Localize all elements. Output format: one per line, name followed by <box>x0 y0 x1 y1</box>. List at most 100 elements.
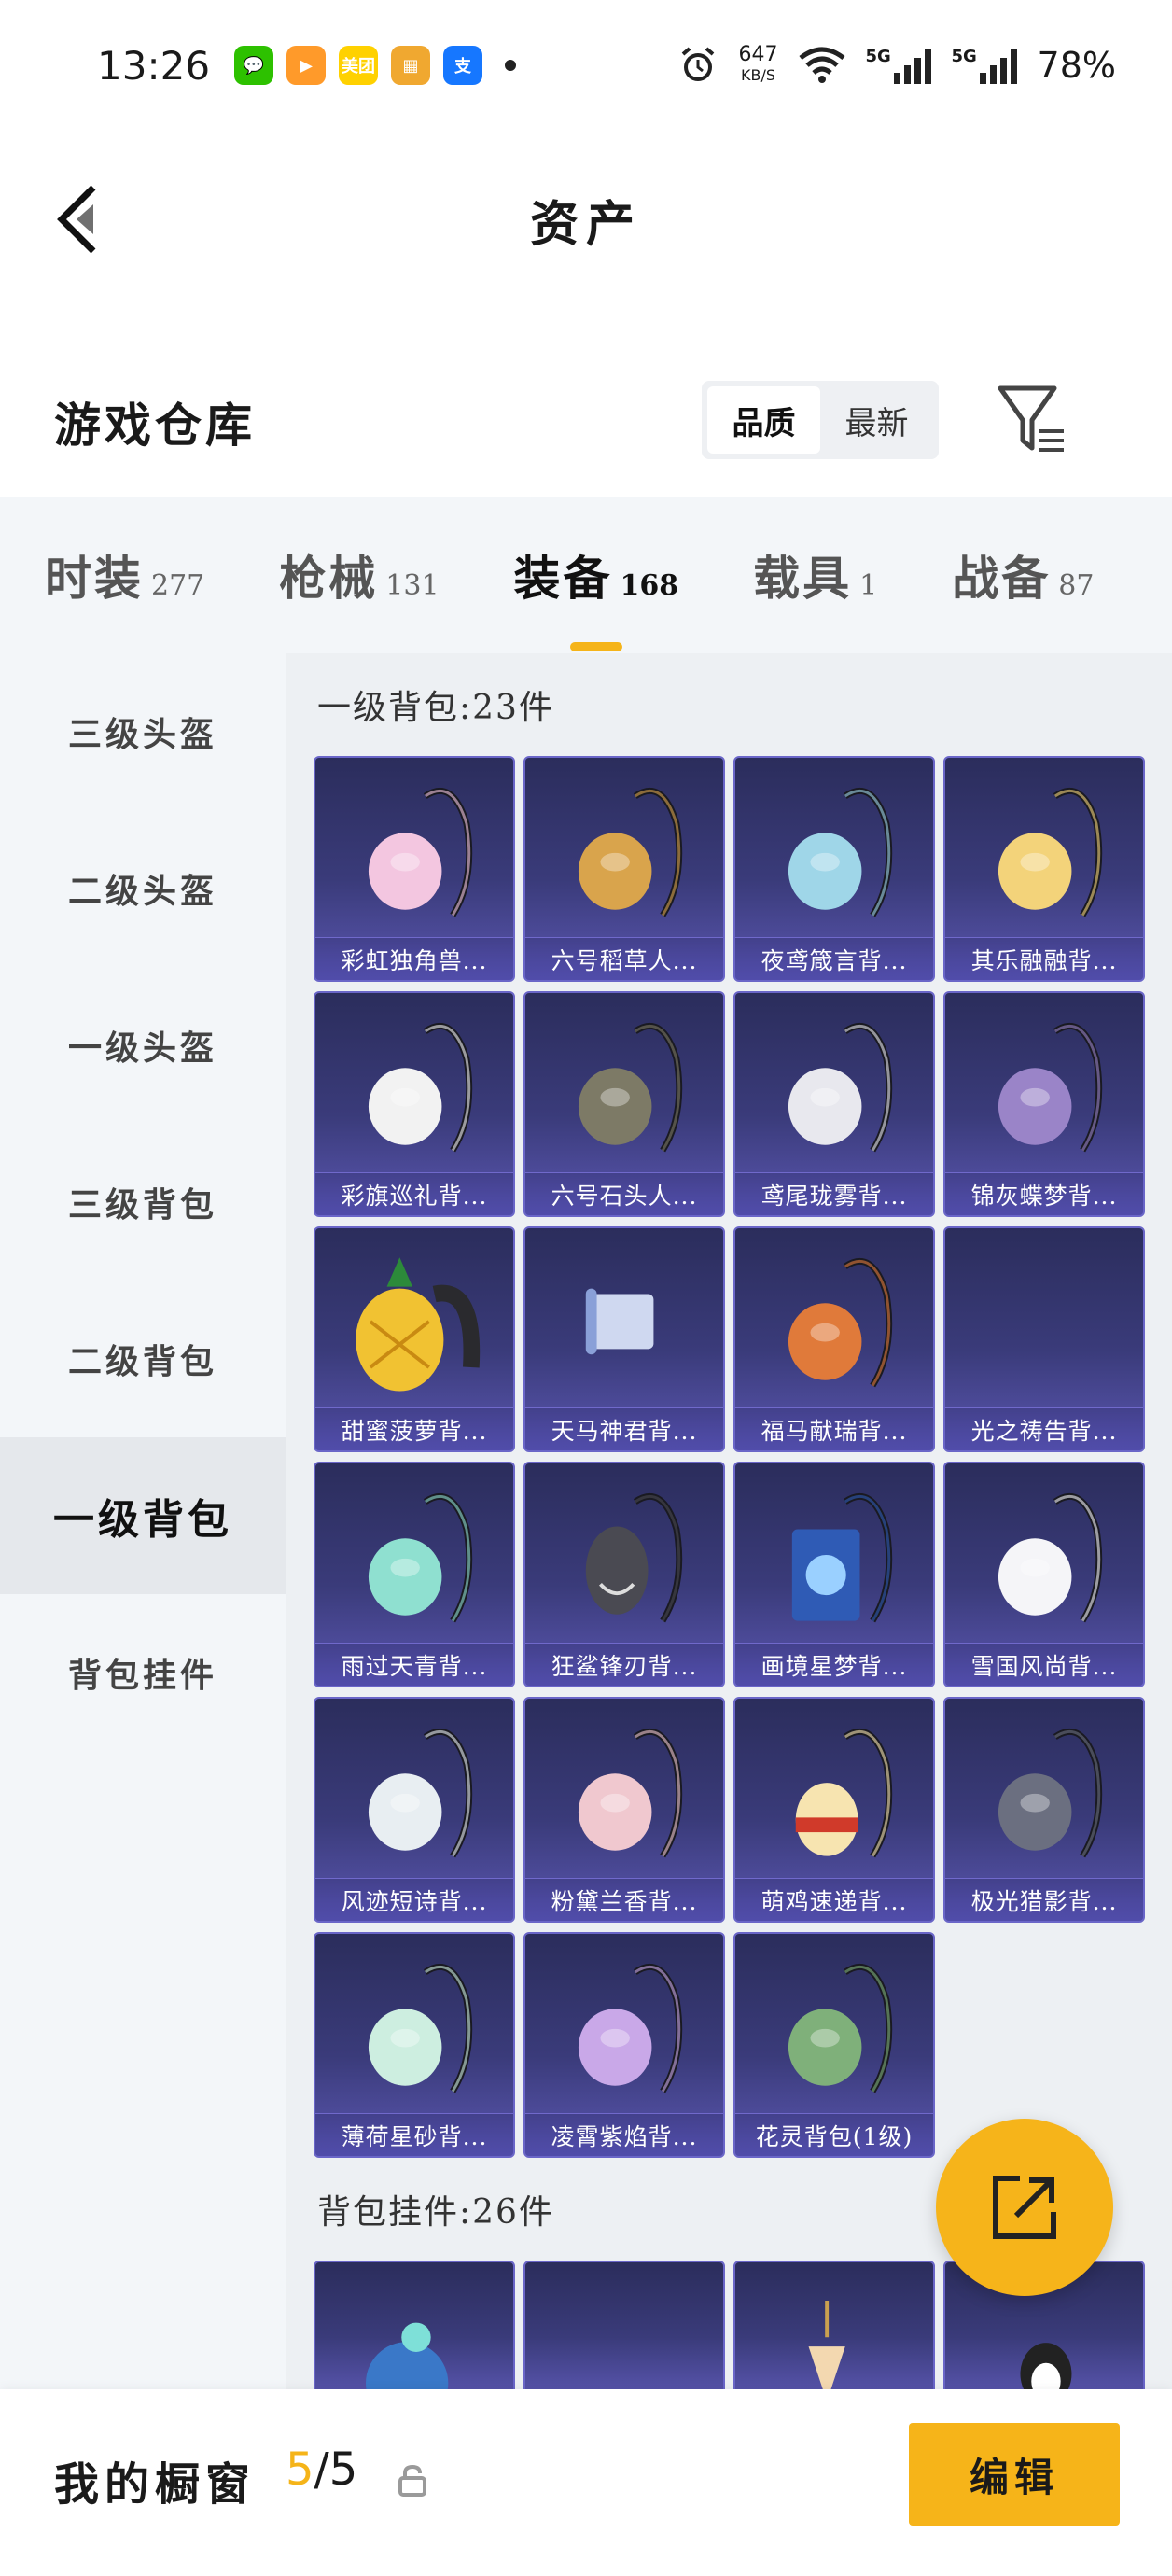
backpack-image-icon <box>368 1729 473 1858</box>
backpack-image-icon <box>578 1964 683 2093</box>
signal-label: 5G <box>865 47 891 66</box>
item-card[interactable]: 福马献瑞背... <box>733 1226 935 1452</box>
page-title: 资产 <box>529 196 642 253</box>
item-name: 粉黛兰香背... <box>525 1878 723 1921</box>
item-name: 雨过天青背... <box>315 1643 513 1686</box>
backpack-image-icon <box>578 788 683 917</box>
status-app-icons: 💬 ▶ 美团 ▦ 支 <box>234 46 495 85</box>
item-card[interactable]: 彩虹独角兽... <box>314 756 515 982</box>
sidebar-item-4[interactable]: 二级背包 <box>0 1281 286 1437</box>
tab-count: 87 <box>1058 569 1095 602</box>
status-time: 13:26 <box>97 42 211 89</box>
sort-option-newest[interactable]: 最新 <box>820 386 933 454</box>
item-card[interactable]: 彩旗巡礼背... <box>314 991 515 1217</box>
item-card[interactable]: 狂鲨锋刃背... <box>523 1462 725 1687</box>
item-card[interactable]: 薄荷星砂背... <box>314 1932 515 2158</box>
item-name: 福马献瑞背... <box>735 1407 933 1450</box>
wechat-icon: 💬 <box>234 46 274 85</box>
bottom-bar: 我的橱窗 5/5 编辑 <box>0 2389 1172 2576</box>
tab-2[interactable]: 装备 168 <box>513 541 679 651</box>
tab-name: 装备 <box>513 551 613 606</box>
item-card[interactable]: 甜蜜菠萝背... <box>314 1226 515 1452</box>
item-card[interactable]: 天马神君背... <box>523 1226 725 1452</box>
item-card[interactable]: 六号稻草人... <box>523 756 725 982</box>
sidebar-item-6[interactable]: 背包挂件 <box>0 1594 286 1751</box>
item-card[interactable]: 凌霄紫焰背... <box>523 1932 725 2158</box>
showcase-total: 5 <box>328 2443 358 2496</box>
category-tabs: 时装 277 枪械 131 装备 168 载具 1 战备 87 <box>0 497 1172 653</box>
backpack-image-icon <box>788 1023 893 1153</box>
backpack-image-icon <box>585 1288 654 1355</box>
item-card[interactable]: 粉黛兰香背... <box>523 1697 725 1923</box>
tab-3[interactable]: 载具 1 <box>753 541 877 609</box>
item-name: 雪国风尚背... <box>945 1643 1143 1686</box>
tab-active-indicator <box>569 642 622 651</box>
showcase-current: 5 <box>286 2443 314 2496</box>
filter-button[interactable] <box>997 383 1067 457</box>
video-app-icon: ▶ <box>286 46 327 85</box>
backpack-image-icon <box>368 1964 473 2093</box>
backpack-image-icon <box>585 1493 683 1623</box>
item-card[interactable]: 锦灰蝶梦背... <box>943 991 1145 1217</box>
alarm-icon <box>681 47 714 81</box>
item-card[interactable]: 其乐融融背... <box>943 756 1145 982</box>
item-card[interactable] <box>733 2261 935 2389</box>
item-name: 鸢尾珑雾背... <box>735 1172 933 1215</box>
backpack-image-icon <box>578 1729 683 1858</box>
sort-option-quality[interactable]: 品质 <box>707 386 820 454</box>
item-card[interactable]: 六号石头人... <box>523 991 725 1217</box>
sidebar-item-0[interactable]: 三级头盔 <box>0 653 286 810</box>
item-card[interactable]: 极光猎影背... <box>943 1697 1145 1923</box>
backpack-image-icon <box>365 2322 449 2389</box>
item-card[interactable]: 画境星梦背... <box>733 1462 935 1687</box>
backpack-image-icon <box>788 1964 893 2093</box>
tab-1[interactable]: 枪械 131 <box>279 541 439 609</box>
item-card[interactable] <box>314 2261 515 2389</box>
backpack-image-icon <box>998 788 1103 917</box>
sidebar-item-5[interactable]: 一级背包 <box>0 1437 286 1594</box>
item-name: 六号稻草人... <box>525 937 723 980</box>
backpack-image-icon <box>945 1228 1143 1406</box>
item-card[interactable] <box>523 2261 725 2389</box>
item-name: 薄荷星砂背... <box>315 2113 513 2156</box>
item-card[interactable]: 夜鸢箴言背... <box>733 756 935 982</box>
signal-label: 5G <box>951 47 977 66</box>
edit-button[interactable]: 编辑 <box>909 2423 1120 2526</box>
warehouse-bar: 游戏仓库 品质 最新 <box>0 364 1172 476</box>
sidebar-item-2[interactable]: 一级头盔 <box>0 967 286 1124</box>
sub-category-sidebar: 三级头盔 二级头盔 一级头盔 三级背包 二级背包 一级背包 背包挂件 <box>0 653 286 2389</box>
signal-5g-1-icon: 5G <box>866 47 931 84</box>
tab-count: 277 <box>151 569 205 602</box>
backpack-image-icon <box>368 788 473 917</box>
item-name: 光之祷告背... <box>945 1407 1143 1450</box>
share-button[interactable] <box>936 2119 1113 2296</box>
item-card[interactable]: 风迹短诗背... <box>314 1697 515 1923</box>
battery-percent: 78% <box>1037 45 1116 86</box>
item-card[interactable]: 雨过天青背... <box>314 1462 515 1687</box>
item-card[interactable]: 花灵背包(1级) <box>733 1932 935 2158</box>
tab-count: 131 <box>385 569 440 602</box>
sidebar-item-1[interactable]: 二级头盔 <box>0 810 286 967</box>
item-card[interactable]: 光之祷告背... <box>943 1226 1145 1452</box>
tab-name: 时装 <box>45 551 144 606</box>
backpack-image-icon <box>368 1023 473 1153</box>
showcase-label: 我的橱窗 <box>54 2458 257 2511</box>
tab-4[interactable]: 战备 87 <box>952 541 1094 609</box>
tab-count: 168 <box>620 569 679 602</box>
backpack-image-icon <box>788 788 893 917</box>
item-name: 风迹短诗背... <box>315 1878 513 1921</box>
backpack-image-icon <box>356 1257 481 1392</box>
item-grid: 彩虹独角兽... 六号稻草人... 夜鸢箴言背... 其乐融融背... 彩旗巡礼背...… <box>286 756 1172 2158</box>
backpack-image-icon <box>998 1023 1103 1153</box>
status-bar: 13:26 💬 ▶ 美团 ▦ 支 647 KB/S 5G 5G 78% <box>0 0 1172 131</box>
filter-icon <box>998 385 1064 452</box>
item-card[interactable]: 鸢尾珑雾背... <box>733 991 935 1217</box>
item-card[interactable]: 萌鸡速递背... <box>733 1697 935 1923</box>
tab-name: 载具 <box>753 551 853 606</box>
item-name: 甜蜜菠萝背... <box>315 1407 513 1450</box>
backpack-image-icon <box>808 2301 845 2389</box>
item-card[interactable]: 雪国风尚背... <box>943 1462 1145 1687</box>
backpack-image-icon <box>795 1729 893 1858</box>
tab-0[interactable]: 时装 277 <box>45 541 204 609</box>
sidebar-item-3[interactable]: 三级背包 <box>0 1124 286 1281</box>
